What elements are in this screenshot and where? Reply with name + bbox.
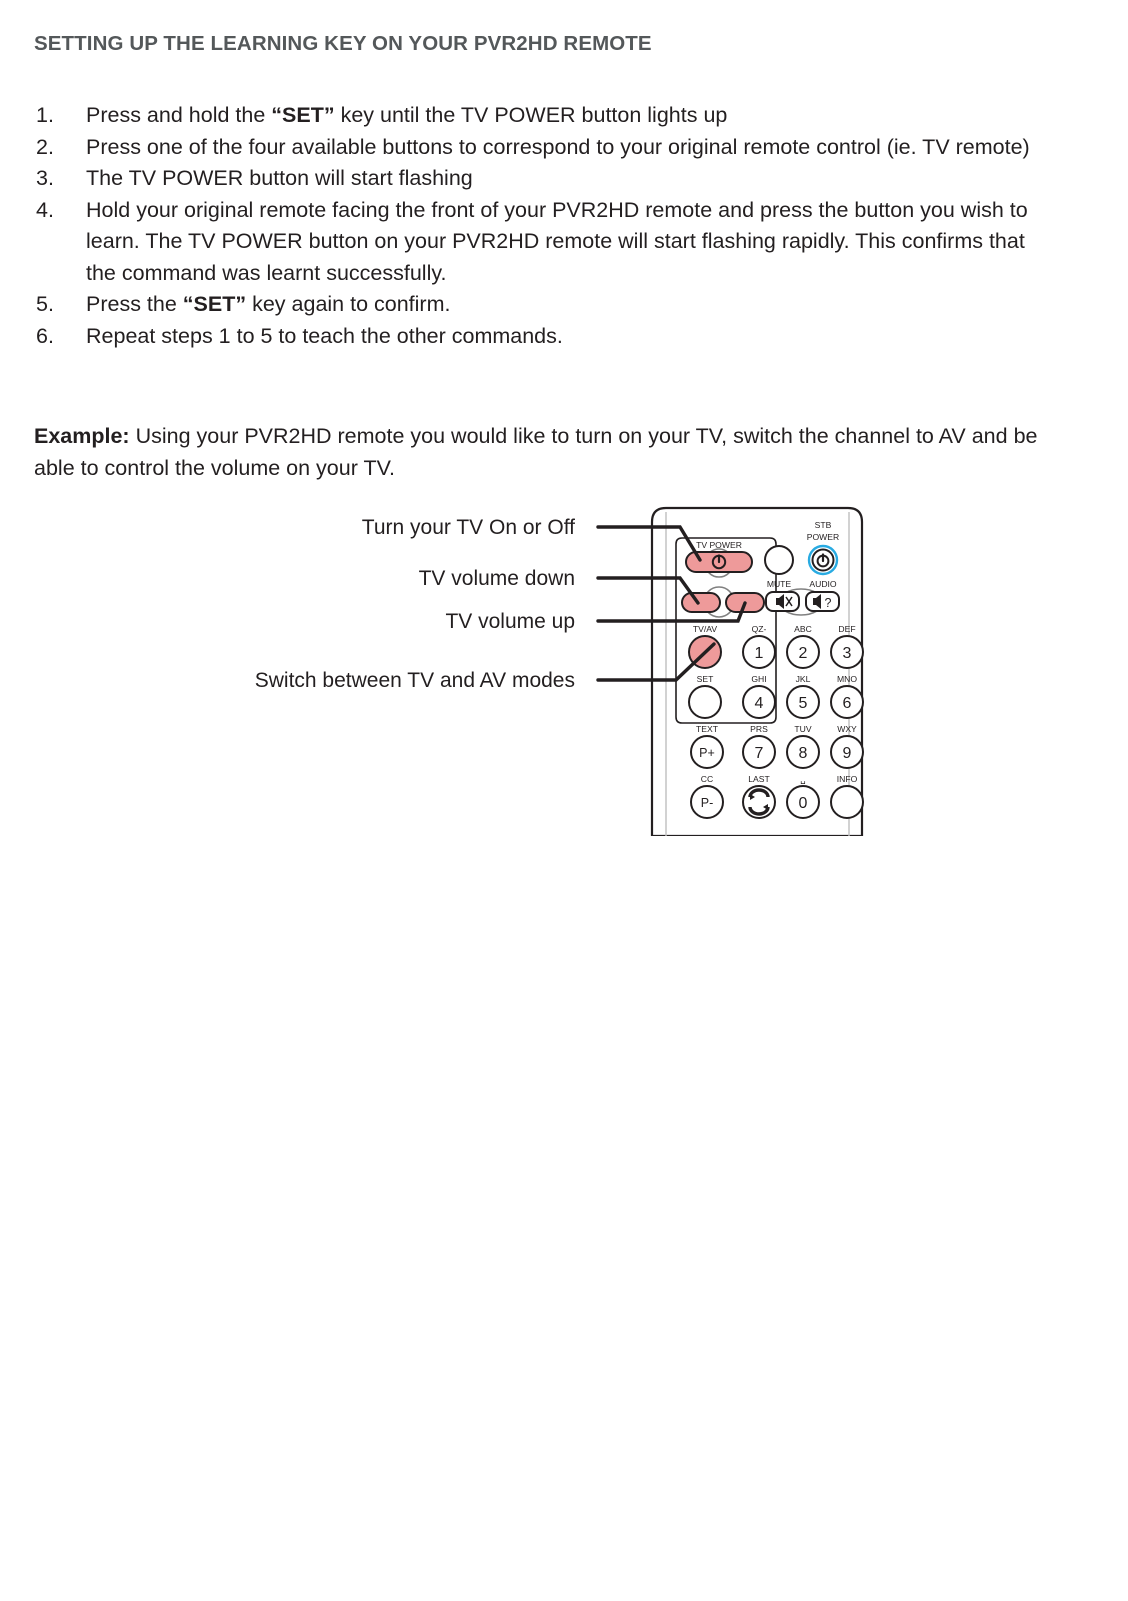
key-top-label: DEF [838, 624, 855, 634]
stb-power-label-line2: POWER [807, 532, 839, 542]
key-top-label: GHI [751, 674, 766, 684]
callout-label-tv-av: Switch between TV and AV modes [255, 669, 575, 692]
example-label: Example: [34, 424, 130, 448]
key-top-label: CC [701, 774, 713, 784]
list-item-number: 6. [36, 323, 54, 348]
list-item-text: Press the “SET” key again to confirm. [86, 292, 451, 316]
key-label: 1 [755, 645, 764, 662]
key-label: 6 [843, 695, 852, 712]
list-item-number: 5. [36, 292, 54, 316]
key-top-label: MNO [837, 674, 857, 684]
key-top-label: WXY [837, 724, 857, 734]
mute-label: MUTE [767, 579, 792, 589]
key-label: P+ [699, 746, 715, 760]
key-top-label: INFO [837, 774, 858, 784]
key-top-label: TUV [794, 724, 811, 734]
remote-diagram-figure: Turn your TV On or Off TV volume down TV… [0, 486, 1128, 836]
blank-round-button[interactable] [764, 545, 794, 575]
keypad-row: QZ- 1 ABC 2 DEF 3 [742, 624, 864, 669]
set-label: SET [697, 674, 714, 684]
tv-volume-down-button[interactable] [681, 592, 721, 613]
key-label: 3 [843, 645, 852, 662]
audio-button[interactable] [805, 591, 840, 612]
key-label: P- [701, 796, 714, 810]
list-item-number: 4. [36, 197, 54, 222]
svg-text:?: ? [825, 596, 832, 610]
key-label: 5 [799, 695, 808, 712]
key-label: 4 [755, 695, 764, 712]
list-item-text: Press one of the four available buttons … [86, 134, 1030, 159]
key-top-label: ␣ [800, 774, 806, 785]
key-label: 9 [843, 745, 852, 762]
key-top-label: PRS [750, 724, 768, 734]
callout-label-vol-up: TV volume up [445, 610, 575, 633]
key-label: 8 [799, 745, 808, 762]
stb-power-label-line1: STB [815, 520, 832, 530]
key-label: 2 [799, 645, 808, 662]
tv-av-label: TV/AV [693, 624, 717, 634]
key-top-label: JKL [796, 674, 811, 684]
callout-label-tv-power: Turn your TV On or Off [362, 516, 575, 539]
document-page: SETTING UP THE LEARNING KEY ON YOUR PVR2… [0, 0, 1128, 1601]
example-body: Using your PVR2HD remote you would like … [34, 424, 1038, 480]
key-button-info[interactable] [830, 785, 864, 819]
list-item: 4. Hold your original remote facing the … [34, 195, 1054, 290]
list-item-number: 2. [36, 134, 54, 159]
list-item-text: Hold your original remote facing the fro… [86, 197, 1028, 285]
list-item: 5. Press the “SET” key again to confirm. [34, 289, 1054, 321]
keypad-row: GHI 4 JKL 5 MNO 6 [742, 674, 864, 719]
set-button[interactable] [688, 685, 722, 719]
list-item: 3. The TV POWER button will start flashi… [34, 163, 1054, 195]
example-paragraph: Example: Using your PVR2HD remote you wo… [34, 421, 1054, 484]
list-item-number: 1. [36, 103, 54, 127]
callout-label-vol-down: TV volume down [419, 567, 575, 590]
list-item: 6. Repeat steps 1 to 5 to teach the othe… [34, 321, 1054, 353]
key-top-label: TEXT [696, 724, 719, 734]
key-label: 7 [755, 745, 764, 762]
audio-label: AUDIO [809, 579, 837, 589]
list-item: 1. Press and hold the “SET” key until th… [34, 100, 1054, 132]
key-top-label: LAST [748, 774, 770, 784]
list-item-number: 3. [36, 166, 54, 190]
list-item-text: Repeat steps 1 to 5 to teach the other c… [86, 323, 563, 348]
key-top-label: QZ- [752, 624, 767, 634]
instruction-list: 1. Press and hold the “SET” key until th… [34, 100, 1054, 352]
key-label: 0 [799, 795, 808, 812]
page-title: SETTING UP THE LEARNING KEY ON YOUR PVR2… [34, 32, 652, 55]
key-top-label: ABC [794, 624, 812, 634]
list-item: 2. Press one of the four available butto… [34, 132, 1054, 164]
list-item-text: The TV POWER button will start flashing [86, 166, 473, 190]
list-item-text: Press and hold the “SET” key until the T… [86, 103, 728, 127]
